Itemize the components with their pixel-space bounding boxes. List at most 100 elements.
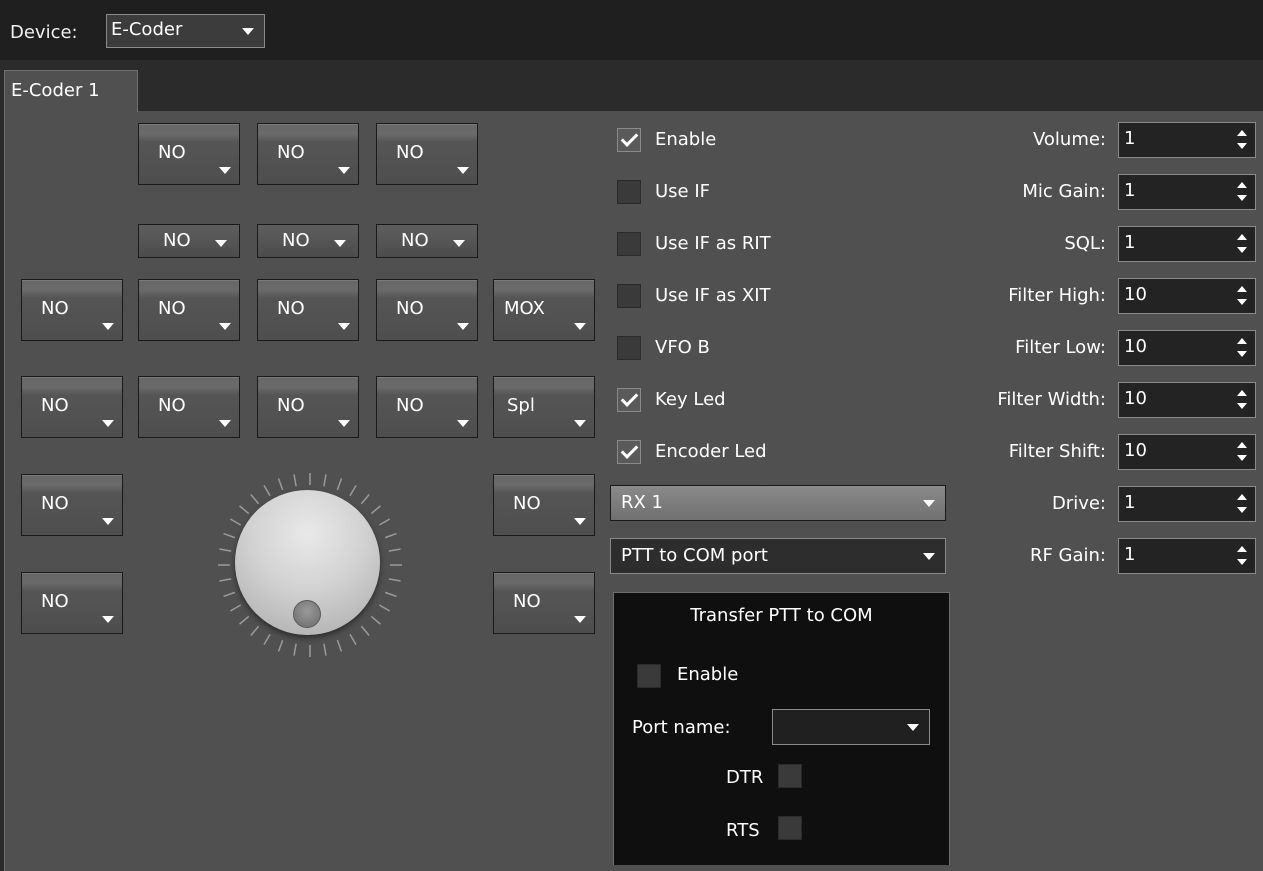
mapping-button-label: NO [396, 142, 424, 163]
mapping-button[interactable]: NO [257, 376, 359, 438]
mapping-button[interactable]: NO [376, 376, 478, 438]
mapping-button-small[interactable]: NO [257, 224, 359, 258]
spin-down-icon[interactable] [1237, 143, 1247, 149]
sql-value: 1 [1124, 232, 1136, 253]
mapping-button-label: NO [158, 298, 186, 319]
filter-low-spinbox[interactable]: 10 [1118, 330, 1256, 366]
use-if-as-xit-checkbox[interactable] [617, 284, 641, 308]
spin-down-icon[interactable] [1237, 247, 1247, 253]
spin-up-icon[interactable] [1237, 234, 1247, 240]
rx-select[interactable]: RX 1 [610, 485, 946, 521]
mapping-button[interactable]: NO [138, 123, 240, 185]
rf-gain-spinbox[interactable]: 1 [1118, 538, 1256, 574]
knob-tick [323, 643, 327, 656]
mapping-button[interactable]: NO [257, 123, 359, 185]
mapping-button-small[interactable]: NO [376, 224, 478, 258]
filter-shift-spinbox[interactable]: 10 [1118, 434, 1256, 470]
spin-up-icon[interactable] [1237, 338, 1247, 344]
enable-checkbox[interactable] [617, 128, 641, 152]
mapping-button-label: NO [41, 298, 69, 319]
mapping-button-label: NO [41, 591, 69, 612]
encoder-led-checkbox[interactable] [617, 440, 641, 464]
ptt-panel-title: Transfer PTT to COM [690, 605, 873, 626]
dropdown-arrow-icon [574, 616, 586, 623]
dropdown-arrow-icon [215, 240, 227, 247]
filter-low-value: 10 [1124, 336, 1147, 357]
mapping-button[interactable]: NO [376, 279, 478, 341]
mapping-button[interactable]: NO [138, 279, 240, 341]
spin-up-icon[interactable] [1237, 130, 1247, 136]
tab-e-coder-1[interactable]: E-Coder 1 [4, 70, 138, 112]
ptt-enable-label: Enable [677, 664, 739, 685]
knob-tick [349, 633, 357, 646]
knob-indicator [293, 600, 321, 628]
dtr-checkbox[interactable] [778, 764, 802, 788]
spin-up-icon[interactable] [1237, 546, 1247, 552]
filter-low-label: Filter Low: [1015, 337, 1106, 358]
key-led-checkbox[interactable] [617, 388, 641, 412]
spin-up-icon[interactable] [1237, 286, 1247, 292]
mapping-button[interactable]: NO [21, 279, 123, 341]
spin-up-icon[interactable] [1237, 390, 1247, 396]
split-button[interactable]: Spl [493, 376, 595, 438]
knob-tick [293, 474, 297, 487]
filter-width-spinbox[interactable]: 10 [1118, 382, 1256, 418]
knob-tick [349, 484, 357, 497]
mapping-button[interactable]: NO [376, 123, 478, 185]
sql-spinbox[interactable]: 1 [1118, 226, 1256, 262]
use-if-as-rit-checkbox[interactable] [617, 232, 641, 256]
mox-button[interactable]: MOX [493, 279, 595, 341]
volume-spinbox[interactable]: 1 [1118, 122, 1256, 158]
knob-tick [388, 548, 401, 552]
mapping-button-label: NO [277, 395, 305, 416]
device-select[interactable]: E-Coder [106, 14, 265, 48]
spin-down-icon[interactable] [1237, 403, 1247, 409]
dropdown-arrow-icon [338, 420, 350, 427]
port-name-select[interactable] [772, 709, 930, 745]
vfo-b-checkbox[interactable] [617, 336, 641, 360]
mapping-button-label: NO [396, 395, 424, 416]
spin-up-icon[interactable] [1237, 442, 1247, 448]
spin-down-icon[interactable] [1237, 195, 1247, 201]
knob-tick [378, 604, 391, 612]
dropdown-arrow-icon [338, 323, 350, 330]
spin-down-icon[interactable] [1237, 455, 1247, 461]
mapping-button[interactable]: NO [21, 572, 123, 634]
rts-label: RTS [726, 820, 760, 841]
ptt-mode-select[interactable]: PTT to COM port [610, 538, 946, 574]
drive-spinbox[interactable]: 1 [1118, 486, 1256, 522]
rts-checkbox[interactable] [778, 816, 802, 840]
use-if-as-xit-label: Use IF as XIT [655, 285, 771, 306]
filter-high-spinbox[interactable]: 10 [1118, 278, 1256, 314]
filter-shift-label: Filter Shift: [1008, 441, 1106, 462]
knob-tick [219, 578, 232, 582]
ptt-enable-checkbox[interactable] [637, 664, 661, 688]
mic-gain-spinbox[interactable]: 1 [1118, 174, 1256, 210]
spin-down-icon[interactable] [1237, 351, 1247, 357]
mapping-button-label: NO [277, 298, 305, 319]
spin-up-icon[interactable] [1237, 494, 1247, 500]
mapping-button[interactable]: NO [138, 376, 240, 438]
knob-tick [293, 643, 297, 656]
spin-down-icon[interactable] [1237, 299, 1247, 305]
knob-tick [378, 518, 391, 526]
mapping-button[interactable]: NO [493, 572, 595, 634]
knob-tick [229, 604, 242, 612]
mic-gain-label: Mic Gain: [1022, 181, 1106, 202]
sql-label: SQL: [1064, 233, 1106, 254]
mapping-button[interactable]: NO [21, 474, 123, 536]
spin-down-icon[interactable] [1237, 507, 1247, 513]
dropdown-arrow-icon [574, 518, 586, 525]
mapping-button-small[interactable]: NO [138, 224, 240, 258]
mapping-button[interactable]: NO [257, 279, 359, 341]
mapping-button-label: NO [158, 395, 186, 416]
knob-tick [250, 494, 260, 505]
mapping-button[interactable]: NO [21, 376, 123, 438]
use-if-checkbox[interactable] [617, 180, 641, 204]
use-if-as-rit-label: Use IF as RIT [655, 233, 771, 254]
knob-tick [229, 518, 242, 526]
mapping-button[interactable]: NO [493, 474, 595, 536]
spin-up-icon[interactable] [1237, 182, 1247, 188]
encoder-led-label: Encoder Led [655, 441, 767, 462]
spin-down-icon[interactable] [1237, 559, 1247, 565]
